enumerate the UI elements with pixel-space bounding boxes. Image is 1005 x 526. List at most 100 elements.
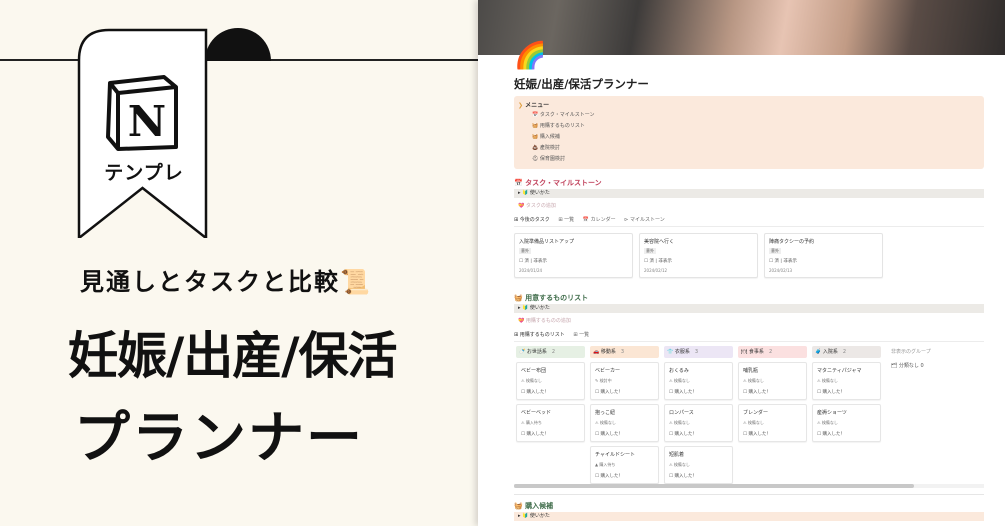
tasks-view-tabs: ⊞ 今後のタスク ⊞ 一覧 📅 カレンダー ⊳ マイルストーン — [514, 216, 672, 223]
half-circle-ornament — [205, 28, 271, 61]
tasks-howto-toggle[interactable]: ▸ 🔰 使いかた — [514, 189, 984, 198]
item-card[interactable]: ロンパース ⚠ 検備なし ☐ 購入した！ — [664, 404, 733, 442]
task-date: 2024/01/24 — [519, 268, 543, 273]
notion-logo-icon: N — [106, 75, 178, 151]
item-card[interactable]: ベビーカー ✎ 検討中 ☐ 購入した！ — [590, 362, 659, 400]
horizontal-scrollbar-thumb[interactable] — [514, 484, 914, 488]
item-title: 抱っこ紐 — [595, 410, 616, 416]
purchased-checkbox[interactable]: ☐ 購入した！ — [817, 389, 845, 395]
task-card[interactable]: 美容院へ行く 意外 ☐ 済 | 非表示 2024/02/12 — [639, 233, 758, 278]
tab-upcoming-tasks[interactable]: ⊞ 今後のタスク — [514, 217, 550, 223]
item-status: ⚠ 購入待ち — [521, 420, 542, 425]
task-date: 2024/02/12 — [644, 268, 668, 273]
task-title: 陣痛タクシーの予約 — [769, 239, 815, 245]
candidates-heading[interactable]: 🧺 購入候補 — [514, 501, 553, 511]
cover-image — [478, 0, 1005, 55]
shopping-howto-toggle[interactable]: ▸ 🔰 使いかた — [514, 304, 984, 313]
item-card[interactable]: 哺乳瓶 ⚠ 検備なし ☐ 購入した！ — [738, 362, 807, 400]
item-card[interactable]: ベビー布団 ⚠ 検備なし ☐ 購入した！ — [516, 362, 585, 400]
purchased-checkbox[interactable]: ☐ 購入した！ — [669, 389, 697, 395]
task-date: 2024/02/13 — [769, 268, 793, 273]
purchased-checkbox[interactable]: ☐ 購入した！ — [521, 431, 549, 437]
board-column: 👕 衣服系 3 おくるみ ⚠ 検備なし ☐ 購入した！ ロンパース ⚠ 検備なし … — [664, 346, 733, 484]
purchased-checkbox[interactable]: ☐ 購入した！ — [595, 389, 623, 395]
shopping-list-heading[interactable]: 🧺 用意するものリスト — [514, 293, 588, 303]
tabs-divider — [514, 341, 984, 342]
item-card[interactable]: ベビーベッド ⚠ 購入待ち ☐ 購入した！ — [516, 404, 585, 442]
section-divider — [514, 494, 984, 495]
banner-title-line-2: プランナー — [74, 406, 364, 471]
item-card[interactable]: 産褥ショーツ ⚠ 検備なし ☐ 購入した！ — [812, 404, 881, 442]
item-card[interactable]: 抱っこ紐 ⚠ 検備なし ☐ 購入した！ — [590, 404, 659, 442]
item-status: ▲ 購入待ち — [595, 462, 616, 467]
task-card[interactable]: 入院準備品リストアップ 意外 ☐ 済 | 非表示 2024/01/24 — [514, 233, 633, 278]
menu-item-shopping-list[interactable]: 🧺 用購するものリスト — [532, 122, 585, 129]
banner-subtitle: 見通しとタスクと比較📜 — [80, 268, 372, 296]
column-header[interactable]: 🚗 移動系 3 — [590, 346, 659, 358]
purchased-checkbox[interactable]: ☐ 購入した！ — [743, 389, 771, 395]
item-title: おくるみ — [669, 368, 689, 374]
item-title: ロンパース — [669, 410, 694, 416]
task-checkbox[interactable]: ☐ 済 | 非表示 — [519, 258, 547, 264]
item-card[interactable]: チャイルドシート ▲ 購入待ち ☐ 購入した！ — [590, 446, 659, 484]
menu-item-nursery[interactable]: ⛑ 保育園検討 — [532, 155, 565, 162]
tab-calendar[interactable]: 📅 カレンダー — [583, 217, 616, 223]
tab-list[interactable]: ⊞ 一覧 — [558, 217, 574, 223]
column-header[interactable]: 🍽 食事系 2 — [738, 346, 807, 358]
item-title: ベビー布団 — [521, 368, 547, 374]
tab-list[interactable]: ⊞ 一覧 — [573, 332, 589, 338]
purchased-checkbox[interactable]: ☐ 購入した！ — [669, 431, 697, 437]
item-title: 産褥ショーツ — [817, 410, 847, 416]
board-column: 🍼 お世話系 2 ベビー布団 ⚠ 検備なし ☐ 購入した！ ベビーベッド ⚠ 購入… — [516, 346, 585, 442]
item-card[interactable]: マタニティパジャマ ⚠ 検備なし ☐ 購入した！ — [812, 362, 881, 400]
add-item-button[interactable]: 💝 用購するものの追加 — [518, 317, 571, 324]
menu-item-candidates[interactable]: 🧺 購入候補 — [532, 133, 560, 140]
rainbow-icon[interactable]: 🌈 — [514, 41, 546, 71]
item-title: 短肌着 — [669, 452, 685, 458]
board-column: 🍽 食事系 2 哺乳瓶 ⚠ 検備なし ☐ 購入した！ ブレンダー ⚠ 検備なし ☐… — [738, 346, 807, 442]
task-card[interactable]: 陣痛タクシーの予約 意外 ☐ 済 | 非表示 2024/02/13 — [764, 233, 883, 278]
status-badge: 意外 — [644, 248, 656, 254]
task-checkbox[interactable]: ☐ 済 | 非表示 — [769, 258, 797, 264]
item-status: ⚠ 検備なし — [743, 420, 764, 425]
item-card[interactable]: 短肌着 ⚠ 検備なし ☐ 購入した！ — [664, 446, 733, 484]
status-badge: 意外 — [769, 248, 781, 254]
chevron-down-icon: ❯ — [518, 102, 524, 109]
item-status: ⚠ 検備なし — [743, 378, 764, 383]
purchased-checkbox[interactable]: ☐ 購入した！ — [521, 389, 549, 395]
banner-title-line-1: 妊娠/出産/保活 — [68, 327, 398, 385]
purchased-checkbox[interactable]: ☐ 購入した！ — [595, 431, 623, 437]
item-status: ⚠ 検備なし — [669, 378, 690, 383]
item-card[interactable]: おくるみ ⚠ 検備なし ☐ 購入した！ — [664, 362, 733, 400]
tasks-heading[interactable]: 📅 タスク・マイルストーン — [514, 178, 602, 188]
item-title: ブレンダー — [743, 410, 769, 416]
task-checkbox[interactable]: ☐ 済 | 非表示 — [644, 258, 672, 264]
item-card[interactable]: ブレンダー ⚠ 検備なし ☐ 購入した！ — [738, 404, 807, 442]
purchased-checkbox[interactable]: ☐ 購入した！ — [817, 431, 845, 437]
purchased-checkbox[interactable]: ☐ 購入した！ — [595, 473, 623, 479]
tabs-divider — [514, 226, 984, 227]
board-column: 🚗 移動系 3 ベビーカー ✎ 検討中 ☐ 購入した！ 抱っこ紐 ⚠ 検備なし ☐… — [590, 346, 659, 484]
item-status: ⚠ 検備なし — [669, 462, 690, 467]
banner: N テンプレ 見通しとタスクと比較📜 妊娠/出産/保活 プランナー — [0, 0, 478, 526]
tab-shopping-board[interactable]: ⊞ 用購するものリスト — [514, 332, 565, 338]
purchased-checkbox[interactable]: ☐ 購入した！ — [669, 473, 697, 479]
menu-item-hospital[interactable]: 💩 產院検討 — [532, 144, 560, 151]
item-status: ✎ 検討中 — [595, 378, 612, 383]
purchased-checkbox[interactable]: ☐ 購入した！ — [743, 431, 771, 437]
item-status: ⚠ 検備なし — [521, 378, 542, 383]
notion-page: 🌈 妊娠/出産/保活プランナー ❯ メニュー 📅 タスク・マイルストーン 🧺 用… — [478, 0, 1005, 526]
notion-logo-letter: N — [128, 97, 166, 146]
hidden-group-uncategorized[interactable]: 🗂 分類なし 0 — [891, 362, 924, 369]
menu-item-tasks[interactable]: 📅 タスク・マイルストーン — [532, 111, 594, 118]
column-header[interactable]: 👕 衣服系 3 — [664, 346, 733, 358]
menu-callout: ❯ メニュー 📅 タスク・マイルストーン 🧺 用購するものリスト 🧺 購入候補 … — [514, 96, 984, 169]
item-title: 哺乳瓶 — [743, 368, 759, 374]
add-task-button[interactable]: 💝 タスクの追加 — [518, 202, 556, 209]
candidates-howto-toggle[interactable]: ▸ 🔰 使いかた — [514, 512, 984, 521]
tab-milestone[interactable]: ⊳ マイルストーン — [624, 217, 665, 223]
item-status: ⚠ 検備なし — [595, 420, 616, 425]
column-header[interactable]: 🧳 入院系 2 — [812, 346, 881, 358]
column-header[interactable]: 🍼 お世話系 2 — [516, 346, 585, 358]
page-title[interactable]: 妊娠/出産/保活プランナー — [514, 76, 649, 92]
